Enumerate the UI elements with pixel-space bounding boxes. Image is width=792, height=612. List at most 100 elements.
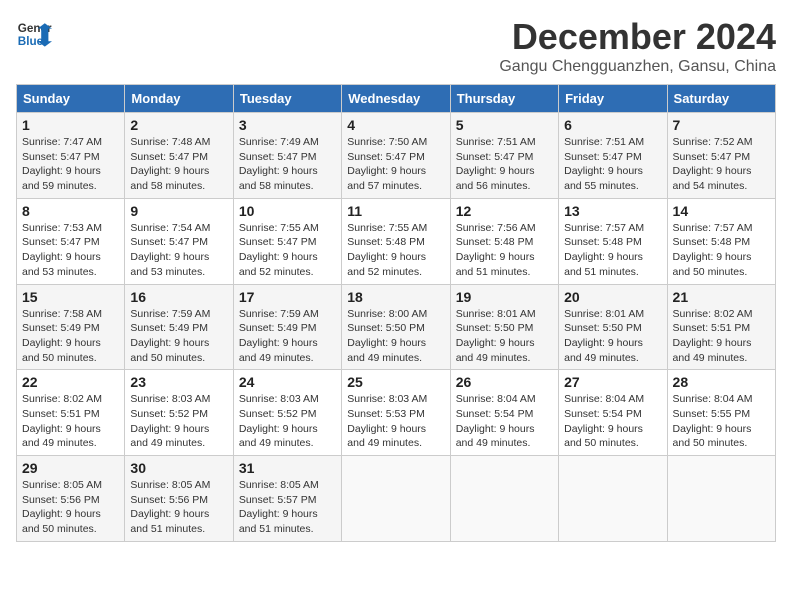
location-title: Gangu Chengguanzhen, Gansu, China [499, 58, 776, 76]
day-number: 8 [22, 203, 119, 219]
column-header-sunday: Sunday [17, 85, 125, 113]
day-cell: 17Sunrise: 7:59 AM Sunset: 5:49 PM Dayli… [233, 284, 341, 370]
day-number: 28 [673, 374, 770, 390]
day-cell [342, 456, 450, 542]
day-number: 1 [22, 117, 119, 133]
week-row-3: 15 Sunrise: 7:58 AM Sunset: 5:49 PM Dayli… [17, 284, 776, 370]
column-header-saturday: Saturday [667, 85, 775, 113]
day-number: 12 [456, 203, 553, 219]
day-cell: 1 Sunrise: 7:47 AM Sunset: 5:47 PM Daylig… [17, 113, 125, 199]
day-cell: 28 Sunrise: 8:04 AM Sunset: 5:55 PM Dayli… [667, 370, 775, 456]
month-title: December 2024 [499, 16, 776, 58]
day-info: Sunrise: 7:57 AM Sunset: 5:48 PM Dayligh… [673, 221, 770, 280]
header-row: SundayMondayTuesdayWednesdayThursdayFrid… [17, 85, 776, 113]
day-number: 17 [239, 289, 336, 305]
logo: General Blue [16, 16, 52, 52]
logo-icon: General Blue [16, 16, 52, 52]
day-info: Sunrise: 8:05 AM Sunset: 5:57 PM Dayligh… [239, 478, 336, 537]
calendar-table: SundayMondayTuesdayWednesdayThursdayFrid… [16, 84, 776, 542]
day-cell: 9Sunrise: 7:54 AM Sunset: 5:47 PM Daylig… [125, 198, 233, 284]
day-number: 20 [564, 289, 661, 305]
day-info: Sunrise: 7:48 AM Sunset: 5:47 PM Dayligh… [130, 135, 227, 194]
day-cell [450, 456, 558, 542]
day-number: 24 [239, 374, 336, 390]
day-info: Sunrise: 7:59 AM Sunset: 5:49 PM Dayligh… [130, 307, 227, 366]
day-number: 6 [564, 117, 661, 133]
day-info: Sunrise: 8:03 AM Sunset: 5:52 PM Dayligh… [239, 392, 336, 451]
day-number: 27 [564, 374, 661, 390]
day-info: Sunrise: 7:50 AM Sunset: 5:47 PM Dayligh… [347, 135, 444, 194]
day-info: Sunrise: 8:01 AM Sunset: 5:50 PM Dayligh… [564, 307, 661, 366]
day-cell: 7 Sunrise: 7:52 AM Sunset: 5:47 PM Daylig… [667, 113, 775, 199]
day-number: 31 [239, 460, 336, 476]
day-cell: 18 Sunrise: 8:00 AM Sunset: 5:50 PM Dayli… [342, 284, 450, 370]
day-cell: 25 Sunrise: 8:03 AM Sunset: 5:53 PM Dayli… [342, 370, 450, 456]
day-cell: 19 Sunrise: 8:01 AM Sunset: 5:50 PM Dayli… [450, 284, 558, 370]
day-number: 4 [347, 117, 444, 133]
week-row-4: 22 Sunrise: 8:02 AM Sunset: 5:51 PM Dayli… [17, 370, 776, 456]
day-cell: 4 Sunrise: 7:50 AM Sunset: 5:47 PM Daylig… [342, 113, 450, 199]
day-cell: 21Sunrise: 8:02 AM Sunset: 5:51 PM Dayli… [667, 284, 775, 370]
day-number: 19 [456, 289, 553, 305]
day-info: Sunrise: 7:52 AM Sunset: 5:47 PM Dayligh… [673, 135, 770, 194]
day-cell: 6 Sunrise: 7:51 AM Sunset: 5:47 PM Daylig… [559, 113, 667, 199]
day-cell: 31 Sunrise: 8:05 AM Sunset: 5:57 PM Dayli… [233, 456, 341, 542]
day-info: Sunrise: 8:03 AM Sunset: 5:52 PM Dayligh… [130, 392, 227, 451]
day-number: 22 [22, 374, 119, 390]
day-number: 16 [130, 289, 227, 305]
day-number: 9 [130, 203, 227, 219]
day-number: 7 [673, 117, 770, 133]
day-info: Sunrise: 8:02 AM Sunset: 5:51 PM Dayligh… [22, 392, 119, 451]
week-row-2: 8 Sunrise: 7:53 AM Sunset: 5:47 PM Daylig… [17, 198, 776, 284]
day-info: Sunrise: 7:57 AM Sunset: 5:48 PM Dayligh… [564, 221, 661, 280]
day-cell: 11 Sunrise: 7:55 AM Sunset: 5:48 PM Dayli… [342, 198, 450, 284]
day-info: Sunrise: 8:04 AM Sunset: 5:54 PM Dayligh… [456, 392, 553, 451]
week-row-1: 1 Sunrise: 7:47 AM Sunset: 5:47 PM Daylig… [17, 113, 776, 199]
day-info: Sunrise: 8:05 AM Sunset: 5:56 PM Dayligh… [22, 478, 119, 537]
day-info: Sunrise: 7:56 AM Sunset: 5:48 PM Dayligh… [456, 221, 553, 280]
day-info: Sunrise: 7:58 AM Sunset: 5:49 PM Dayligh… [22, 307, 119, 366]
day-cell: 30 Sunrise: 8:05 AM Sunset: 5:56 PM Dayli… [125, 456, 233, 542]
day-info: Sunrise: 7:49 AM Sunset: 5:47 PM Dayligh… [239, 135, 336, 194]
day-number: 10 [239, 203, 336, 219]
day-number: 11 [347, 203, 444, 219]
day-info: Sunrise: 8:02 AM Sunset: 5:51 PM Dayligh… [673, 307, 770, 366]
day-cell: 24 Sunrise: 8:03 AM Sunset: 5:52 PM Dayli… [233, 370, 341, 456]
column-header-wednesday: Wednesday [342, 85, 450, 113]
day-info: Sunrise: 8:04 AM Sunset: 5:55 PM Dayligh… [673, 392, 770, 451]
day-number: 3 [239, 117, 336, 133]
day-cell: 29Sunrise: 8:05 AM Sunset: 5:56 PM Dayli… [17, 456, 125, 542]
title-area: December 2024 Gangu Chengguanzhen, Gansu… [499, 16, 776, 76]
day-number: 25 [347, 374, 444, 390]
day-cell: 27 Sunrise: 8:04 AM Sunset: 5:54 PM Dayli… [559, 370, 667, 456]
day-number: 2 [130, 117, 227, 133]
day-cell: 23Sunrise: 8:03 AM Sunset: 5:52 PM Dayli… [125, 370, 233, 456]
day-number: 30 [130, 460, 227, 476]
header: General Blue December 2024 Gangu Chenggu… [16, 16, 776, 76]
day-cell: 20 Sunrise: 8:01 AM Sunset: 5:50 PM Dayli… [559, 284, 667, 370]
day-info: Sunrise: 8:01 AM Sunset: 5:50 PM Dayligh… [456, 307, 553, 366]
day-info: Sunrise: 8:05 AM Sunset: 5:56 PM Dayligh… [130, 478, 227, 537]
day-cell: 2 Sunrise: 7:48 AM Sunset: 5:47 PM Daylig… [125, 113, 233, 199]
day-info: Sunrise: 7:55 AM Sunset: 5:48 PM Dayligh… [347, 221, 444, 280]
day-number: 18 [347, 289, 444, 305]
day-number: 15 [22, 289, 119, 305]
day-number: 13 [564, 203, 661, 219]
day-cell: 14 Sunrise: 7:57 AM Sunset: 5:48 PM Dayli… [667, 198, 775, 284]
day-info: Sunrise: 7:51 AM Sunset: 5:47 PM Dayligh… [456, 135, 553, 194]
day-cell: 16 Sunrise: 7:59 AM Sunset: 5:49 PM Dayli… [125, 284, 233, 370]
day-info: Sunrise: 7:53 AM Sunset: 5:47 PM Dayligh… [22, 221, 119, 280]
day-number: 14 [673, 203, 770, 219]
day-cell [559, 456, 667, 542]
column-header-thursday: Thursday [450, 85, 558, 113]
day-info: Sunrise: 7:51 AM Sunset: 5:47 PM Dayligh… [564, 135, 661, 194]
day-info: Sunrise: 8:04 AM Sunset: 5:54 PM Dayligh… [564, 392, 661, 451]
week-row-5: 29Sunrise: 8:05 AM Sunset: 5:56 PM Dayli… [17, 456, 776, 542]
day-cell: 8 Sunrise: 7:53 AM Sunset: 5:47 PM Daylig… [17, 198, 125, 284]
day-info: Sunrise: 8:00 AM Sunset: 5:50 PM Dayligh… [347, 307, 444, 366]
day-cell: 13 Sunrise: 7:57 AM Sunset: 5:48 PM Dayli… [559, 198, 667, 284]
day-info: Sunrise: 7:47 AM Sunset: 5:47 PM Dayligh… [22, 135, 119, 194]
day-cell: 3 Sunrise: 7:49 AM Sunset: 5:47 PM Daylig… [233, 113, 341, 199]
day-cell: 5Sunrise: 7:51 AM Sunset: 5:47 PM Daylig… [450, 113, 558, 199]
day-info: Sunrise: 8:03 AM Sunset: 5:53 PM Dayligh… [347, 392, 444, 451]
